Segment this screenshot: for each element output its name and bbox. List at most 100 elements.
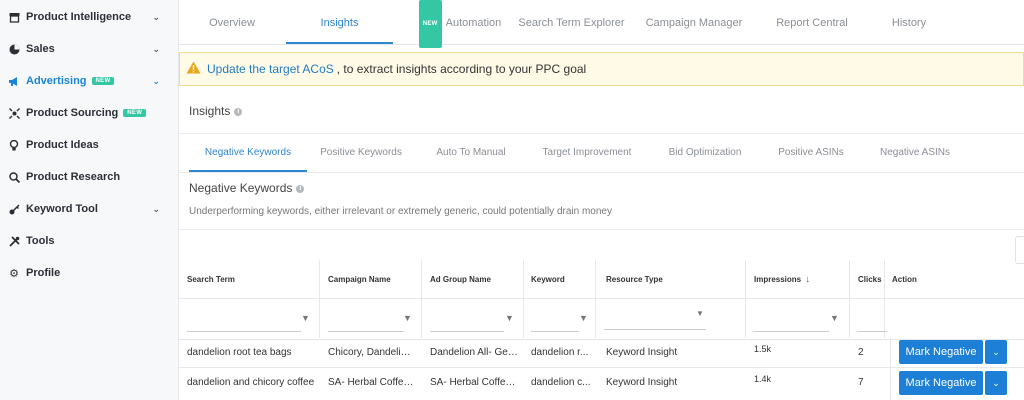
impressions-filter-input[interactable]: [753, 311, 829, 332]
page-title-text: Insights: [189, 104, 231, 118]
filter-icon[interactable]: ▼: [403, 313, 412, 323]
sidebar-item-label: Product Ideas: [26, 139, 99, 151]
filter-icon[interactable]: ▼: [579, 313, 588, 323]
tab-report-central[interactable]: Report Central: [757, 0, 867, 44]
cell-keyword: dandelion c...: [531, 377, 591, 388]
ad-group-name-filter-input[interactable]: [430, 311, 504, 332]
sidebar-item-label: Keyword Tool: [26, 203, 98, 215]
mark-negative-button[interactable]: Mark Negative: [899, 371, 983, 395]
resource-type-select[interactable]: [604, 311, 706, 330]
column-header-ad-group-name[interactable]: Ad Group Name: [422, 260, 522, 298]
search-term-filter-input[interactable]: [187, 311, 301, 332]
sidebar-item-label: Product Sourcing: [26, 107, 119, 119]
filter-icon[interactable]: ▼: [301, 313, 310, 323]
tab-history[interactable]: History: [869, 0, 949, 44]
tab-negative-keywords[interactable]: Negative Keywords: [189, 134, 307, 172]
warning-icon: [186, 61, 201, 77]
tab-positive-asins[interactable]: Positive ASINs: [767, 134, 855, 172]
cell-search-term: dandelion root tea bags: [187, 347, 292, 358]
tab-automation[interactable]: NEW Automation: [401, 0, 519, 48]
tab-bid-optimization[interactable]: Bid Optimization: [655, 134, 755, 172]
gear-icon: ⚙: [9, 267, 19, 280]
mark-negative-options-button[interactable]: ⌄: [985, 340, 1007, 364]
column-header-action: Action: [892, 275, 917, 284]
divider: [179, 172, 1024, 173]
column-divider: [890, 338, 891, 400]
cell-ad-group-name[interactable]: Dandelion All- Gen...: [430, 347, 518, 358]
sidebar-item-profile[interactable]: ⚙ Profile: [0, 262, 178, 284]
filter-row: ▼ ▼ ▼ ▼ ▼ ▼: [179, 298, 1024, 340]
key-icon: [8, 203, 20, 215]
sidebar-item-product-research[interactable]: Product Research: [0, 166, 178, 188]
box-icon: [8, 11, 20, 23]
target-acos-alert: Update the target ACoS , to extract insi…: [179, 52, 1024, 86]
top-tabs: Overview Insights NEW Automation Search T…: [179, 0, 1024, 48]
sidebar-item-product-intelligence[interactable]: Product Intelligence ⌄: [0, 6, 178, 28]
tab-campaign-manager[interactable]: Campaign Manager: [639, 0, 749, 44]
cell-campaign-name[interactable]: SA- Herbal Coffee-...: [328, 377, 416, 388]
row-divider: [179, 367, 1024, 368]
sidebar-item-product-sourcing[interactable]: Product Sourcing NEW: [0, 102, 178, 124]
sidebar-item-advertising[interactable]: Advertising NEW ⌄: [0, 70, 178, 92]
chevron-down-icon: ⌄: [152, 43, 160, 54]
filter-icon[interactable]: ▼: [505, 313, 514, 323]
column-header-impressions[interactable]: Impressions ↓: [746, 260, 851, 298]
section-description: Underperforming keywords, either irrelev…: [189, 206, 612, 217]
tab-positive-keywords[interactable]: Positive Keywords: [311, 134, 411, 172]
campaign-name-filter-input[interactable]: [328, 311, 404, 332]
mark-negative-options-button[interactable]: ⌄: [985, 371, 1007, 395]
info-icon[interactable]: i: [296, 184, 305, 193]
sidebar-item-keyword-tool[interactable]: Keyword Tool ⌄: [0, 198, 178, 220]
sidebar-item-tools[interactable]: Tools: [0, 230, 178, 252]
pie-chart-icon: [8, 43, 20, 55]
lightbulb-icon: [8, 139, 20, 151]
section-title-text: Negative Keywords: [189, 181, 293, 195]
chevron-down-icon: ⌄: [152, 11, 160, 22]
info-icon[interactable]: i: [234, 107, 243, 116]
tab-search-term-explorer[interactable]: Search Term Explorer: [509, 0, 634, 44]
sidebar-item-label: Advertising: [26, 75, 87, 87]
keyword-filter-input[interactable]: [531, 311, 579, 332]
section-title: Negative Keywords i: [189, 181, 305, 195]
tab-overview[interactable]: Overview: [187, 0, 277, 44]
alert-text: , to extract insights according to your …: [336, 62, 587, 76]
column-header-campaign-name[interactable]: Campaign Name: [320, 260, 420, 298]
sidebar-item-label: Product Intelligence: [26, 11, 132, 23]
cell-impressions: 1.5k: [754, 344, 772, 354]
sidebar-item-label: Sales: [26, 43, 55, 55]
cell-campaign-name[interactable]: Chicory, Dandelion...: [328, 347, 416, 358]
chevron-down-icon: ⌄: [992, 377, 1000, 388]
update-target-acos-link[interactable]: Update the target ACoS: [207, 62, 334, 76]
sourcing-icon: [8, 107, 20, 119]
tools-icon: [8, 235, 20, 247]
cell-keyword: dandelion r...: [531, 347, 589, 358]
cell-ad-group-name[interactable]: SA- Herbal Coffee-...: [430, 377, 518, 388]
sidebar-item-label: Product Research: [26, 171, 121, 183]
cell-resource-type: Keyword Insight: [606, 347, 678, 358]
tab-negative-asins[interactable]: Negative ASINs: [869, 134, 961, 172]
sidebar-item-label: Tools: [26, 235, 55, 247]
caret-down-icon[interactable]: ▼: [696, 309, 704, 318]
tab-label: Automation: [445, 17, 502, 29]
clicks-filter-input[interactable]: [857, 311, 887, 332]
tab-target-improvement[interactable]: Target Improvement: [531, 134, 643, 172]
mark-negative-button[interactable]: Mark Negative: [899, 340, 983, 364]
column-header-keyword[interactable]: Keyword: [523, 260, 595, 298]
sidebar-item-product-ideas[interactable]: Product Ideas: [0, 134, 178, 156]
divider: [179, 229, 1024, 230]
megaphone-icon: [8, 75, 20, 87]
column-header-resource-type[interactable]: Resource Type: [598, 260, 738, 298]
tab-insights[interactable]: Insights: [286, 0, 393, 44]
cell-clicks: 2: [858, 347, 864, 358]
tab-auto-to-manual[interactable]: Auto To Manual: [425, 134, 517, 172]
column-header-label: Impressions: [754, 275, 802, 284]
cell-resource-type: Keyword Insight: [606, 377, 678, 388]
page-title: Insights i: [189, 104, 243, 118]
main-content: Overview Insights NEW Automation Search T…: [179, 0, 1024, 400]
cell-search-term: dandelion and chicory coffee: [187, 377, 315, 388]
column-header-search-term[interactable]: Search Term: [179, 260, 319, 298]
filter-icon[interactable]: ▼: [830, 313, 839, 323]
sidebar-item-sales[interactable]: Sales ⌄: [0, 38, 178, 60]
sort-desc-icon[interactable]: ↓: [805, 274, 810, 285]
chevron-down-icon: ⌄: [152, 75, 160, 86]
